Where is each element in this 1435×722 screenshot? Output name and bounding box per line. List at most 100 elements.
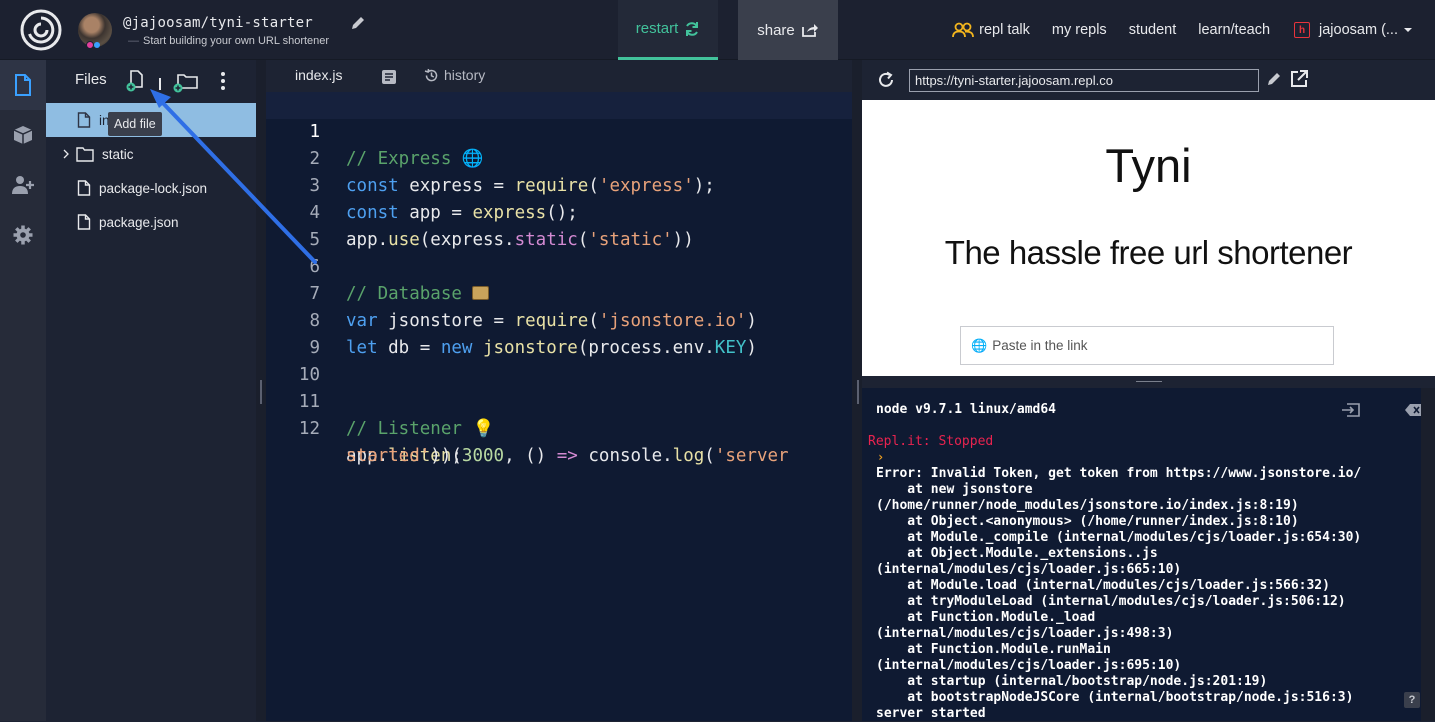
console-line: at startup (internal/bootstrap/node.js:2…: [876, 674, 1268, 689]
rail-multiplayer[interactable]: [0, 160, 46, 210]
file-item-package-json[interactable]: package.json: [46, 205, 256, 239]
rail-files[interactable]: [0, 60, 46, 110]
files-panel: Files in static package-lock.json packag…: [46, 60, 256, 721]
repl-name[interactable]: @jajoosam/tyni-starter: [123, 15, 313, 31]
code-line: 9: [266, 308, 852, 358]
code-token: log: [672, 446, 705, 466]
console-status: Repl.it: Stopped: [868, 434, 994, 449]
toolbar-separator: [159, 78, 161, 90]
add-user-icon: [12, 176, 34, 194]
nav-repl-talk[interactable]: repl talk: [952, 22, 1030, 38]
pencil-icon[interactable]: [350, 15, 366, 31]
rail-packages[interactable]: [0, 110, 46, 160]
console-line: at new jsonstore: [876, 482, 1033, 497]
top-header: @jajoosam/tyni-starter — Start building y…: [0, 0, 1435, 60]
console-prompt-icon: ›: [877, 450, 885, 464]
panel-resize-handle[interactable]: [256, 60, 266, 721]
file-item-package-lock-json[interactable]: package-lock.json: [46, 171, 256, 205]
nav-user-menu[interactable]: h jajoosam (...: [1294, 22, 1413, 38]
package-cube-icon: [13, 126, 33, 144]
console-output: Error: Invalid Token, get token from htt…: [876, 466, 1361, 722]
code-line: 2 const express = require('express');: [266, 119, 852, 196]
console-line: at Object.Module._extensions..js: [876, 546, 1158, 561]
code-line: 11 // Listener 💡: [266, 362, 852, 439]
folder-icon: [76, 147, 94, 162]
console-line: at Object.<anonymous> (/home/runner/inde…: [876, 514, 1299, 529]
url-input[interactable]: https://tyni-starter.jajoosam.repl.co: [909, 69, 1259, 92]
link-input-placeholder: Paste in the link: [992, 338, 1088, 353]
tab-index-js[interactable]: index.js: [295, 67, 342, 83]
repl-description-text: Start building your own URL shortener: [143, 35, 330, 47]
code-line: 12 app.listen(3000, () => console.log('s…: [266, 389, 852, 466]
file-item-label: package.json: [99, 214, 179, 230]
code-line: 7 var jsonstore = require('jsonstore.io'…: [266, 254, 852, 331]
open-external-icon[interactable]: [1289, 69, 1309, 89]
code-area[interactable]: 1 // Express 🌐 2 const express = require…: [266, 92, 852, 466]
console-line: (internal/modules/cjs/loader.js:695:10): [876, 658, 1182, 673]
file-item-label: package-lock.json: [99, 180, 208, 196]
pencil-icon[interactable]: [1266, 71, 1282, 87]
web-preview[interactable]: Tyni The hassle free url shortener 🌐 Pas…: [862, 100, 1435, 376]
console-line: at tryModuleLoad (internal/modules/cjs/l…: [876, 594, 1346, 609]
nav-repl-talk-label: repl talk: [979, 22, 1030, 38]
reload-icon[interactable]: [876, 70, 896, 90]
code-line: 4 app.use(express.static('static')): [266, 173, 852, 250]
user-name: jajoosam (...: [1319, 22, 1398, 38]
horizontal-split-handle[interactable]: [862, 376, 1435, 388]
code-line: 10: [266, 335, 852, 385]
vertical-split-handle[interactable]: [857, 380, 859, 404]
console-scrollbar[interactable]: [1421, 388, 1435, 721]
nav-learn-teach[interactable]: learn/teach: [1198, 22, 1270, 38]
code-token: console.: [577, 446, 673, 466]
console-clear-icon[interactable]: [1340, 401, 1362, 419]
link-input[interactable]: 🌐 Paste in the link: [960, 326, 1334, 365]
console-node-version: node v9.7.1 linux/amd64: [876, 402, 1057, 417]
folder-item-static[interactable]: static: [46, 137, 256, 171]
console-line: server started: [876, 706, 986, 721]
rail-settings[interactable]: [0, 210, 46, 260]
console-line: (/home/runner/node_modules/jsonstore.io/…: [876, 498, 1299, 513]
nav-my-repls[interactable]: my repls: [1052, 22, 1107, 38]
file-icon: [77, 112, 91, 128]
code-token: ));: [430, 446, 462, 466]
code-line: 5: [266, 200, 852, 250]
add-folder-icon[interactable]: [173, 71, 199, 93]
more-options-icon[interactable]: [216, 71, 230, 91]
console-line: (internal/modules/cjs/loader.js:498:3): [876, 626, 1174, 641]
code-token: =>: [556, 446, 578, 466]
code-token: , (): [504, 446, 557, 466]
code-editor[interactable]: index.js history 1 // Express 🌐 2 const …: [266, 60, 852, 721]
editor-tabs: index.js history: [266, 60, 852, 92]
repl-description[interactable]: — Start building your own URL shortener: [128, 35, 329, 47]
console-line: at Function.Module._load: [876, 610, 1096, 625]
console-line: at Function.Module.runMain: [876, 642, 1111, 657]
gear-icon: [13, 225, 33, 245]
code-line: 3 const app = express();: [266, 146, 852, 223]
code-line: 6 // Database: [266, 227, 852, 304]
replit-logo-icon[interactable]: [20, 9, 62, 51]
caret-down-icon: [1404, 28, 1412, 32]
user-badge-icon: h: [1294, 22, 1311, 38]
console[interactable]: node v9.7.1 linux/amd64 Repl.it: Stopped…: [862, 388, 1435, 721]
code-line: 8 let db = new jsonstore(process.env.KEY…: [266, 281, 852, 358]
preview-subheading: The hassle free url shortener: [944, 234, 1353, 271]
file-icon: [77, 180, 91, 196]
code-token: (: [704, 446, 715, 466]
tab-history-label: history: [444, 67, 486, 83]
help-icon[interactable]: ?: [1404, 692, 1420, 708]
share-button[interactable]: share: [738, 0, 838, 60]
add-file-icon[interactable]: [126, 70, 146, 92]
console-line: at Module._compile (internal/modules/cjs…: [876, 530, 1362, 545]
files-header: Files: [46, 60, 256, 102]
code-line-wrap: started'));: [266, 416, 852, 466]
code-token: 3000: [461, 446, 505, 466]
tab-history[interactable]: history: [424, 67, 485, 83]
share-icon: [801, 24, 818, 37]
restart-button[interactable]: restart: [618, 0, 718, 60]
nav-student[interactable]: student: [1129, 22, 1177, 38]
sidebar-rail: [0, 60, 46, 721]
share-label: share: [757, 21, 795, 39]
chevron-right-icon: [63, 149, 69, 159]
console-line: (internal/modules/cjs/loader.js:665:10): [876, 562, 1182, 577]
document-icon[interactable]: [381, 69, 397, 85]
